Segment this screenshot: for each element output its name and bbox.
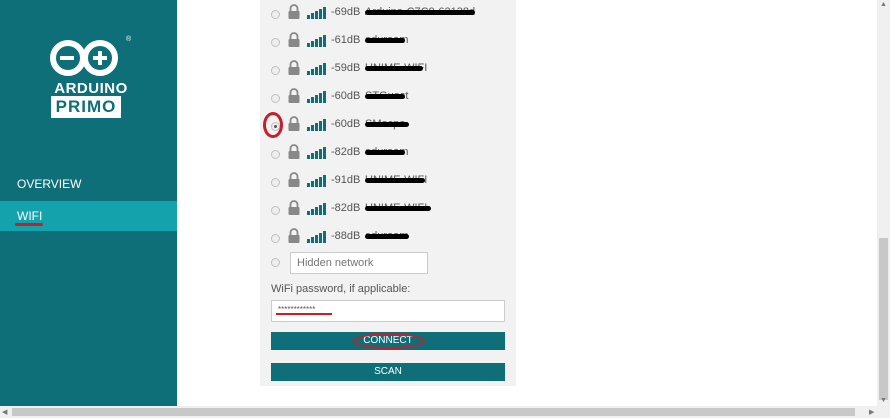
logo-text-primo: PRIMO bbox=[51, 96, 121, 118]
password-input[interactable]: ************ bbox=[271, 300, 505, 322]
network-radio[interactable] bbox=[271, 150, 280, 159]
lock-icon bbox=[288, 4, 300, 19]
network-signal: -60dB bbox=[331, 90, 361, 102]
network-signal: -61dB bbox=[331, 34, 361, 46]
ssid-redaction bbox=[365, 66, 423, 71]
lock-icon bbox=[288, 88, 300, 103]
lock-icon bbox=[288, 32, 300, 47]
lock-icon bbox=[288, 172, 300, 187]
password-annotation-underline bbox=[276, 313, 332, 315]
ssid-redaction bbox=[365, 94, 405, 99]
network-signal: -60dB bbox=[331, 118, 361, 130]
nav-item-overview[interactable]: OVERVIEW bbox=[0, 169, 177, 199]
logo-text-arduino: ARDUINO bbox=[54, 80, 128, 97]
wifi-annotation-underline bbox=[15, 223, 43, 226]
nav-item-wifi-label: WIFI bbox=[17, 209, 43, 223]
scroll-right-arrow-icon[interactable]: ▶ bbox=[869, 408, 874, 416]
hidden-network-radio[interactable] bbox=[271, 258, 280, 267]
network-radio[interactable] bbox=[271, 206, 280, 215]
signal-strength-icon bbox=[307, 119, 327, 131]
lock-icon bbox=[288, 228, 300, 243]
lock-icon bbox=[288, 144, 300, 159]
scan-button[interactable]: SCAN bbox=[271, 363, 505, 381]
network-row[interactable]: -59dBUNIME-WIFI bbox=[270, 60, 500, 82]
signal-strength-icon bbox=[307, 7, 327, 19]
ssid-redaction bbox=[365, 38, 405, 43]
selection-annotation-circle bbox=[263, 112, 283, 138]
network-signal: -82dB bbox=[331, 146, 361, 158]
arduino-primo-logo: ® ARDUINO PRIMO bbox=[48, 36, 134, 118]
ssid-redaction bbox=[365, 150, 405, 155]
ssid-redaction bbox=[365, 10, 475, 15]
password-label: WiFi password, if applicable: bbox=[271, 283, 411, 295]
signal-strength-icon bbox=[307, 63, 327, 75]
network-row[interactable]: -61dBeduroam bbox=[270, 32, 500, 54]
network-radio[interactable] bbox=[271, 38, 280, 47]
network-radio[interactable] bbox=[271, 66, 280, 75]
network-signal: -88dB bbox=[331, 230, 361, 242]
registered-mark: ® bbox=[126, 36, 132, 43]
signal-strength-icon bbox=[307, 203, 327, 215]
sidebar: ® ARDUINO PRIMO OVERVIEW WIFI bbox=[0, 0, 177, 406]
signal-strength-icon bbox=[307, 91, 327, 103]
signal-strength-icon bbox=[307, 175, 327, 187]
network-radio[interactable] bbox=[271, 178, 280, 187]
scroll-left-arrow-icon[interactable]: ◀ bbox=[2, 408, 7, 416]
ssid-redaction bbox=[365, 178, 425, 183]
lock-icon bbox=[288, 200, 300, 215]
ssid-redaction bbox=[365, 206, 431, 211]
network-signal: -91dB bbox=[331, 174, 361, 186]
connect-annotation-circle bbox=[353, 333, 425, 349]
ssid-redaction bbox=[365, 234, 409, 239]
infinity-logo-icon bbox=[50, 40, 118, 76]
network-radio[interactable] bbox=[271, 10, 280, 19]
network-row[interactable]: -91dBUNIME-WIFI bbox=[270, 172, 500, 194]
network-signal: -59dB bbox=[331, 62, 361, 74]
network-row[interactable]: -69dBArduino-C7C9-62138d bbox=[270, 4, 500, 26]
lock-icon bbox=[288, 116, 300, 131]
network-signal: -69dB bbox=[331, 6, 361, 18]
network-radio[interactable] bbox=[271, 94, 280, 103]
lock-icon bbox=[288, 60, 300, 75]
signal-strength-icon bbox=[307, 231, 327, 243]
signal-strength-icon bbox=[307, 35, 327, 47]
signal-strength-icon bbox=[307, 147, 327, 159]
network-row[interactable]: -60dBSMecpo bbox=[270, 116, 500, 138]
network-row[interactable]: -82dBUNIME-WIFI bbox=[270, 200, 500, 222]
horizontal-scrollbar-thumb[interactable] bbox=[12, 408, 855, 416]
ssid-redaction bbox=[365, 122, 409, 127]
network-radio[interactable] bbox=[271, 234, 280, 243]
network-row[interactable]: -88dBeduroam bbox=[270, 228, 500, 250]
hidden-network-input[interactable] bbox=[290, 252, 428, 274]
network-signal: -82dB bbox=[331, 202, 361, 214]
scroll-down-arrow-icon[interactable]: ▼ bbox=[880, 397, 887, 404]
network-row[interactable]: -60dBSTGuest bbox=[270, 88, 500, 110]
scroll-up-arrow-icon[interactable]: ▲ bbox=[880, 1, 887, 8]
nav-item-wifi[interactable]: WIFI bbox=[0, 201, 177, 231]
vertical-scrollbar-thumb[interactable] bbox=[879, 238, 888, 400]
network-row[interactable]: -82dBeduroam bbox=[270, 144, 500, 166]
